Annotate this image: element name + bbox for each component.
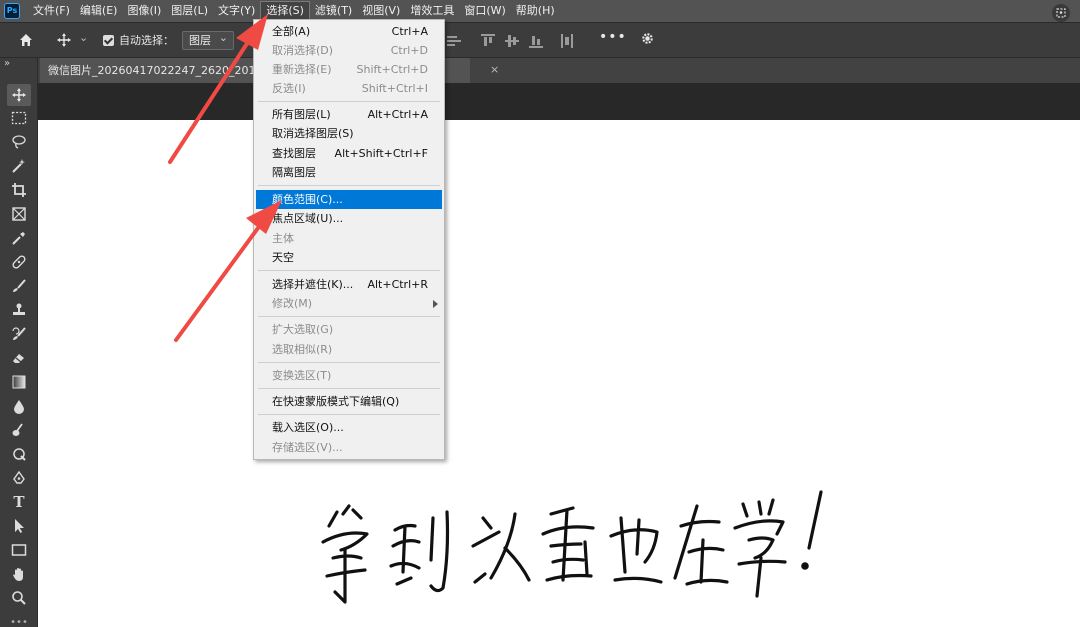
menu-item-quick-mask[interactable]: 在快速蒙版模式下编辑(Q) <box>256 392 442 411</box>
options-bar: ⌄ 自动选择： 图层 ••• <box>0 22 1080 58</box>
menu-item-all-layers[interactable]: 所有图层(L) Alt+Ctrl+A <box>256 105 442 124</box>
menu-item-grow[interactable]: 扩大选取(G) <box>256 320 442 339</box>
menu-item-reselect[interactable]: 重新选择(E) Shift+Ctrl+D <box>256 60 442 79</box>
path-selection-icon[interactable] <box>7 515 31 537</box>
more-options-icon[interactable]: ••• <box>599 29 627 45</box>
menu-layer[interactable]: 图层(L) <box>166 1 213 21</box>
menu-item-select-all[interactable]: 全部(A) Ctrl+A <box>256 22 442 41</box>
menu-file[interactable]: 文件(F) <box>28 1 75 21</box>
menu-help[interactable]: 帮助(H) <box>511 1 560 21</box>
menu-window[interactable]: 窗口(W) <box>459 1 510 21</box>
menu-separator <box>258 101 440 102</box>
frame-icon[interactable] <box>7 203 31 225</box>
menu-item-subject[interactable]: 主体 <box>256 229 442 248</box>
menu-separator <box>258 185 440 186</box>
menu-item-deselect-layers[interactable]: 取消选择图层(S) <box>256 124 442 143</box>
chevron-down-icon[interactable]: ⌄ <box>79 31 88 44</box>
menu-separator <box>258 414 440 415</box>
home-icon[interactable] <box>18 32 34 48</box>
move-tool-icon[interactable] <box>7 84 31 106</box>
zoom-icon[interactable] <box>7 587 31 609</box>
marquee-icon[interactable] <box>7 107 31 129</box>
eyedropper-icon[interactable] <box>7 227 31 249</box>
photoshop-logo: Ps <box>4 3 20 19</box>
lasso-icon[interactable] <box>7 131 31 153</box>
menu-item-select-and-mask[interactable]: 选择并遮住(K)... Alt+Ctrl+R <box>256 275 442 294</box>
dodge-icon[interactable] <box>7 419 31 441</box>
submenu-arrow-icon <box>433 300 438 308</box>
menu-view[interactable]: 视图(V) <box>357 1 405 21</box>
menu-item-color-range[interactable]: 颜色范围(C)... <box>256 190 442 209</box>
menu-item-save-selection[interactable]: 存储选区(V)... <box>256 438 442 457</box>
hand-icon[interactable] <box>7 563 31 585</box>
select-menu-dropdown: 全部(A) Ctrl+A 取消选择(D) Ctrl+D 重新选择(E) Shif… <box>253 19 445 460</box>
menu-type[interactable]: 文字(Y) <box>213 1 260 21</box>
gradient-icon[interactable] <box>7 371 31 393</box>
close-tab-icon[interactable]: × <box>490 63 499 76</box>
pen-icon[interactable] <box>7 443 31 465</box>
rectangle-icon[interactable] <box>7 539 31 561</box>
menu-item-find-layers[interactable]: 查找图层 Alt+Shift+Ctrl+F <box>256 144 442 163</box>
menu-item-deselect[interactable]: 取消选择(D) Ctrl+D <box>256 41 442 60</box>
align-vertical-center-icon[interactable] <box>505 34 519 48</box>
eraser-icon[interactable] <box>7 347 31 369</box>
menu-separator <box>258 270 440 271</box>
more-tools-icon[interactable]: ••• <box>7 611 31 627</box>
menu-item-similar[interactable]: 选取相似(R) <box>256 340 442 359</box>
pen-tool-icon[interactable] <box>7 467 31 489</box>
align-bottom-icon[interactable] <box>529 34 543 48</box>
blur-icon[interactable] <box>7 395 31 417</box>
gear-icon[interactable] <box>640 31 655 49</box>
clone-stamp-icon[interactable] <box>7 299 31 321</box>
menu-edit[interactable]: 编辑(E) <box>75 1 123 21</box>
align-icon[interactable] <box>447 34 461 48</box>
menu-filter[interactable]: 滤镜(T) <box>310 1 357 21</box>
menu-item-isolate-layers[interactable]: 隔离图层 <box>256 163 442 182</box>
history-brush-icon[interactable] <box>7 323 31 345</box>
menu-plugins[interactable]: 增效工具 <box>405 1 459 21</box>
canvas-pasteboard <box>38 83 1080 120</box>
menu-item-focus-area[interactable]: 焦点区域(U)... <box>256 209 442 228</box>
menu-item-modify[interactable]: 修改(M) <box>256 294 442 313</box>
menu-separator <box>258 362 440 363</box>
share-icon[interactable] <box>1052 4 1070 22</box>
type-icon[interactable]: T <box>7 491 31 513</box>
tools-panel: T ••• <box>0 58 38 627</box>
magic-wand-icon[interactable] <box>7 155 31 177</box>
menu-select[interactable]: 选择(S) <box>260 1 310 21</box>
align-top-icon[interactable] <box>481 34 495 48</box>
menu-separator <box>258 388 440 389</box>
document-tab-bar: 微信图片_20260417022247_2620_201.jpg × <box>38 58 1080 83</box>
auto-select-label: 自动选择： <box>119 34 174 47</box>
layer-select-dropdown[interactable]: 图层 <box>182 29 234 50</box>
auto-select-checkbox[interactable] <box>103 35 114 46</box>
photoshop-window: Ps 文件(F) 编辑(E) 图像(I) 图层(L) 文字(Y) 选择(S) 滤… <box>0 0 1080 627</box>
move-tool-icon[interactable] <box>56 32 72 48</box>
crop-icon[interactable] <box>7 179 31 201</box>
menu-bar: Ps 文件(F) 编辑(E) 图像(I) 图层(L) 文字(Y) 选择(S) 滤… <box>0 0 1080 22</box>
distribute-icon[interactable] <box>561 34 575 48</box>
brush-icon[interactable] <box>7 275 31 297</box>
handwriting-artwork <box>321 490 823 604</box>
menu-item-transform-selection[interactable]: 变换选区(T) <box>256 366 442 385</box>
panel-collapse-icon[interactable]: » <box>4 58 10 69</box>
menu-item-sky[interactable]: 天空 <box>256 248 442 267</box>
menu-image[interactable]: 图像(I) <box>122 1 166 21</box>
healing-brush-icon[interactable] <box>7 251 31 273</box>
menu-item-inverse[interactable]: 反选(I) Shift+Ctrl+I <box>256 79 442 98</box>
menu-item-load-selection[interactable]: 载入选区(O)... <box>256 418 442 437</box>
menu-separator <box>258 316 440 317</box>
